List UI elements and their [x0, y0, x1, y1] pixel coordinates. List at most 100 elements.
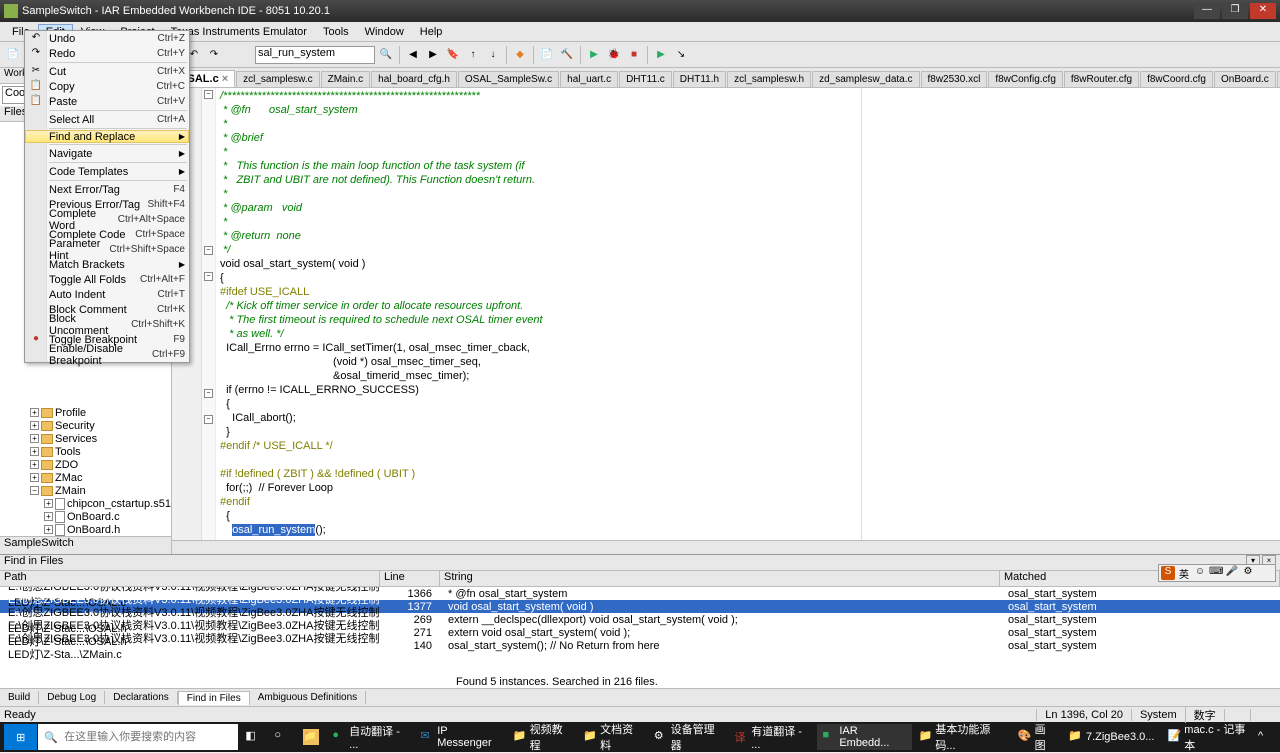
compile-button[interactable]: 📄: [538, 46, 556, 64]
editor-tab[interactable]: hal_board_cfg.h: [371, 71, 457, 87]
editor-tab[interactable]: zd_samplesw_data.c: [812, 71, 919, 87]
cortana-button[interactable]: ○: [268, 724, 296, 750]
menu-navigate[interactable]: Navigate▶: [25, 146, 189, 161]
expand-icon[interactable]: +: [44, 525, 53, 534]
horizontal-scrollbar[interactable]: [172, 540, 1280, 554]
tree-folder-services[interactable]: +Services: [0, 432, 171, 445]
redo-button[interactable]: ↷: [205, 46, 223, 64]
make-button[interactable]: 🔨: [558, 46, 576, 64]
menu-find-replace[interactable]: Find and Replace▶: [25, 130, 189, 143]
menu-redo[interactable]: ↷RedoCtrl+Y: [25, 46, 189, 61]
menu-complete-word[interactable]: Complete WordCtrl+Alt+Space: [25, 212, 189, 227]
tree-folder-zdo[interactable]: +ZDO: [0, 458, 171, 471]
menu-copy[interactable]: 📋CopyCtrl+C: [25, 79, 189, 94]
editor-tab[interactable]: DHT11.h: [673, 71, 726, 87]
editor-tab[interactable]: f8wCoord.cfg: [1140, 71, 1213, 87]
tree-folder-profile[interactable]: +Profile: [0, 406, 171, 419]
nav-fwd-button[interactable]: ▶: [424, 46, 442, 64]
ime-logo-icon[interactable]: S: [1161, 566, 1175, 580]
editor-tab[interactable]: OnBoard.c: [1214, 71, 1276, 87]
find-button[interactable]: 🔍: [377, 46, 395, 64]
expand-icon[interactable]: +: [30, 460, 39, 469]
menu-tools[interactable]: Tools: [315, 24, 357, 40]
stop-button[interactable]: ■: [625, 46, 643, 64]
tab-find-in-files[interactable]: Find in Files: [178, 691, 250, 705]
bookmark-next-button[interactable]: ↓: [484, 46, 502, 64]
menu-parameter-hint[interactable]: Parameter HintCtrl+Shift+Space: [25, 242, 189, 257]
find-results[interactable]: E:\创思ZIGBEE3.0协议栈资料V3.0.11\视频教程\ZigBee3.…: [0, 587, 1280, 674]
tree-folder-zmac[interactable]: +ZMac: [0, 471, 171, 484]
expand-icon[interactable]: +: [30, 434, 39, 443]
close-button[interactable]: ✕: [1250, 3, 1276, 19]
menu-auto-indent[interactable]: Auto IndentCtrl+T: [25, 287, 189, 302]
menu-code-templates[interactable]: Code Templates▶: [25, 164, 189, 179]
taskbar-app[interactable]: 📁视频教程: [507, 724, 576, 750]
step-button[interactable]: ↘: [672, 46, 690, 64]
editor-tab[interactable]: f8w2530.xcl: [921, 71, 988, 87]
tab-ambiguous[interactable]: Ambiguous Definitions: [250, 691, 367, 704]
menu-toggle-folds[interactable]: Toggle All FoldsCtrl+Alt+F: [25, 272, 189, 287]
fold-icon[interactable]: −: [204, 90, 213, 99]
col-string[interactable]: String: [440, 571, 1000, 586]
tab-debug-log[interactable]: Debug Log: [39, 691, 105, 704]
new-file-button[interactable]: 📄: [4, 46, 22, 64]
collapse-icon[interactable]: −: [30, 486, 39, 495]
tab-declarations[interactable]: Declarations: [105, 691, 178, 704]
menu-help[interactable]: Help: [412, 24, 451, 40]
menu-select-all[interactable]: Select AllCtrl+A: [25, 112, 189, 127]
taskbar-app[interactable]: ✉IP Messenger: [414, 724, 505, 750]
menu-cut[interactable]: ✂CutCtrl+X: [25, 64, 189, 79]
expand-icon[interactable]: +: [44, 512, 53, 521]
taskbar-search[interactable]: 🔍: [38, 724, 238, 750]
code-text[interactable]: /***************************************…: [216, 88, 1280, 540]
expand-icon[interactable]: +: [30, 408, 39, 417]
col-path[interactable]: Path: [0, 571, 380, 586]
nav-back-button[interactable]: ◀: [404, 46, 422, 64]
close-icon[interactable]: ×: [222, 73, 228, 85]
tree-file[interactable]: +OnBoard.h: [0, 523, 171, 536]
search-input[interactable]: [64, 731, 232, 743]
fold-icon[interactable]: −: [204, 415, 213, 424]
taskbar-app[interactable]: 📝mac.c - 记事本: [1161, 724, 1257, 750]
task-view-button[interactable]: ◧: [239, 724, 267, 750]
ime-keyboard-icon[interactable]: ⌨: [1209, 566, 1223, 580]
expand-icon[interactable]: +: [30, 421, 39, 430]
editor-tab[interactable]: ZMain.c: [321, 71, 371, 87]
taskbar-app-active[interactable]: ■IAR Embedd...: [817, 724, 912, 750]
workspace-tab[interactable]: SampleSwitch: [0, 536, 171, 554]
tab-build[interactable]: Build: [0, 691, 39, 704]
download-button[interactable]: ▶: [585, 46, 603, 64]
editor-tab[interactable]: DHT11.c: [619, 71, 672, 87]
system-tray[interactable]: ^: [1258, 730, 1276, 744]
ime-lang-icon[interactable]: 英: [1177, 566, 1191, 580]
taskbar-app[interactable]: ⚙设备管理器: [648, 724, 728, 750]
fold-icon[interactable]: −: [204, 246, 213, 255]
debug-button[interactable]: 🐞: [605, 46, 623, 64]
taskbar-app[interactable]: 📁文档资料: [577, 724, 646, 750]
maximize-button[interactable]: ❐: [1222, 3, 1248, 19]
expand-icon[interactable]: +: [30, 447, 39, 456]
ime-settings-icon[interactable]: ⚙: [1241, 566, 1255, 580]
menu-block-uncomment[interactable]: Block UncommentCtrl+Shift+K: [25, 317, 189, 332]
menu-next-error[interactable]: Next Error/TagF4: [25, 182, 189, 197]
editor-tab[interactable]: zcl_samplesw.c: [236, 71, 319, 87]
menu-match-brackets[interactable]: Match Brackets▶: [25, 257, 189, 272]
tree-folder-zmain[interactable]: −ZMain: [0, 484, 171, 497]
fold-icon[interactable]: −: [204, 389, 213, 398]
editor-tab[interactable]: zcl_samplesw.h: [727, 71, 811, 87]
tray-up-icon[interactable]: ^: [1258, 730, 1272, 744]
start-button[interactable]: ⊞: [4, 724, 37, 750]
ime-mic-icon[interactable]: 🎤: [1225, 566, 1239, 580]
bookmark-prev-button[interactable]: ↑: [464, 46, 482, 64]
menu-undo[interactable]: ↶UndoCtrl+Z: [25, 31, 189, 46]
code-area[interactable]: − − − − − /*****************************…: [172, 88, 1280, 540]
tree-folder-security[interactable]: +Security: [0, 419, 171, 432]
editor-tab[interactable]: OSAL_SampleSw.c: [458, 71, 559, 87]
col-line[interactable]: Line: [380, 571, 440, 586]
menu-window[interactable]: Window: [357, 24, 412, 40]
search-combo[interactable]: sal_run_system: [255, 46, 375, 64]
breakpoint-button[interactable]: ◆: [511, 46, 529, 64]
menu-paste[interactable]: 📋PasteCtrl+V: [25, 94, 189, 109]
explorer-button[interactable]: 📁: [297, 724, 325, 750]
taskbar-app[interactable]: 📁7.ZigBee3.0...: [1062, 724, 1161, 750]
